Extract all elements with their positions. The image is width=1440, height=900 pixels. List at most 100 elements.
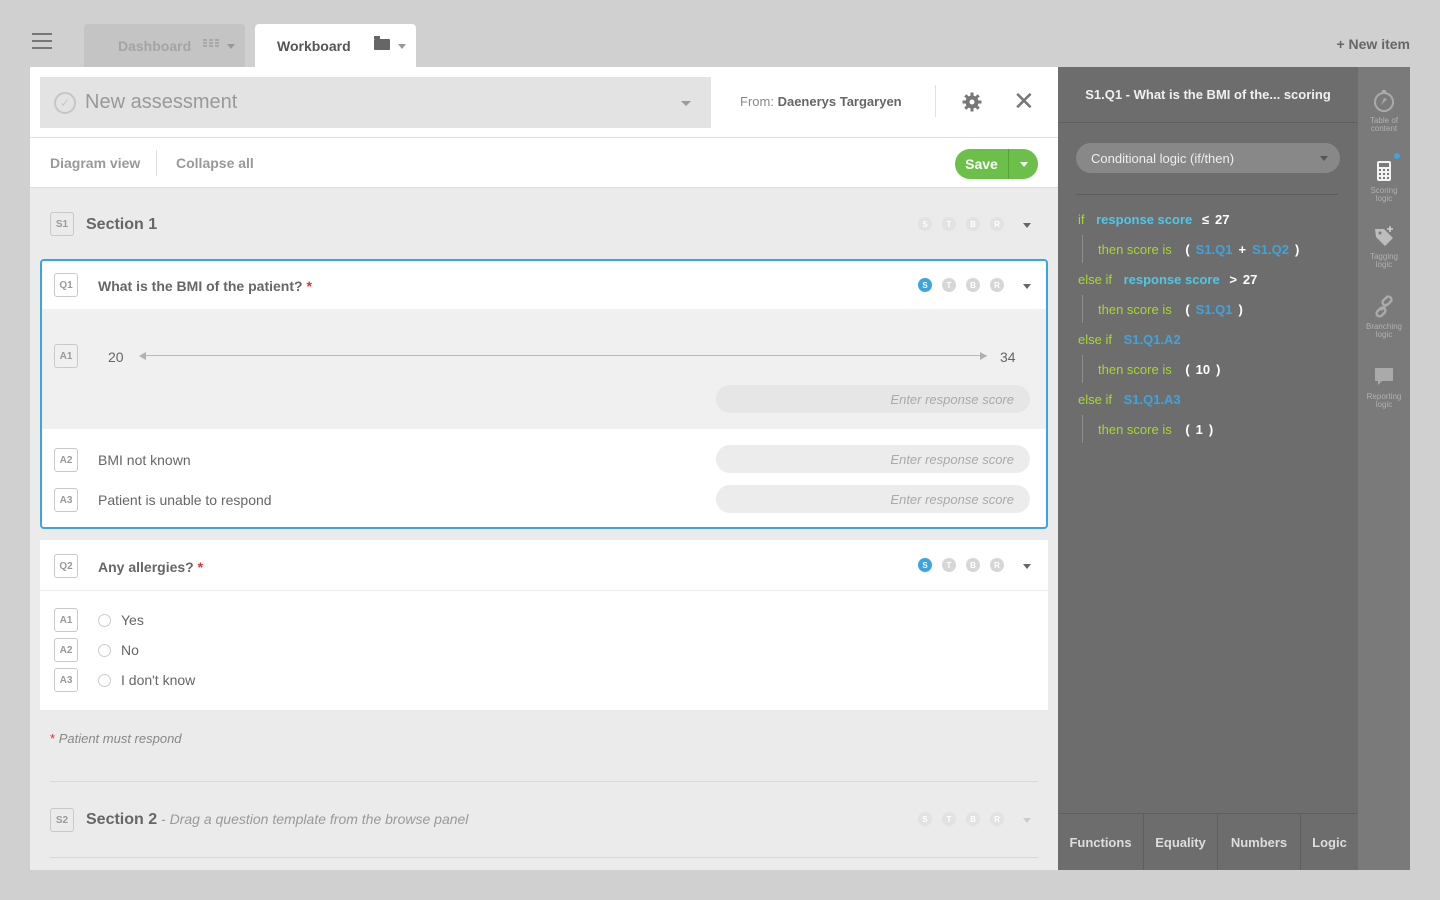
- rule-else-if[interactable]: else if S1.Q1.A2: [1078, 332, 1181, 347]
- branching-indicator[interactable]: B: [966, 217, 980, 231]
- answer-label: Patient is unable to respond: [98, 492, 272, 508]
- scoring-indicator[interactable]: S: [918, 558, 932, 572]
- menu-icon[interactable]: [32, 33, 52, 49]
- scoring-indicator[interactable]: S: [918, 278, 932, 292]
- divider: [40, 590, 1048, 591]
- branching-indicator[interactable]: B: [966, 558, 980, 572]
- radio-no[interactable]: [98, 644, 111, 657]
- paren: ): [1216, 362, 1221, 377]
- chevron-down-icon[interactable]: [1023, 564, 1031, 569]
- tagging-indicator[interactable]: T: [942, 812, 956, 826]
- chevron-down-icon[interactable]: [1023, 818, 1031, 823]
- tab-functions[interactable]: Functions: [1058, 814, 1144, 870]
- rail-scoring-logic[interactable]: Scoring logic: [1358, 153, 1410, 203]
- chevron-down-icon[interactable]: [1023, 284, 1031, 289]
- branching-indicator[interactable]: B: [966, 812, 980, 826]
- rail-reporting-logic[interactable]: Reporting logic: [1358, 365, 1410, 409]
- tagging-indicator[interactable]: T: [942, 558, 956, 572]
- radio-dont-know[interactable]: [98, 674, 111, 687]
- scoring-indicator[interactable]: S: [918, 812, 932, 826]
- new-item-button[interactable]: + New item: [1336, 36, 1410, 52]
- answer-label: I don't know: [121, 672, 196, 688]
- operator: +: [1238, 242, 1247, 257]
- chevron-down-icon[interactable]: [681, 101, 691, 106]
- save-button[interactable]: Save: [955, 149, 1009, 179]
- chevron-down-icon[interactable]: [227, 44, 235, 49]
- question-title: Any allergies? *: [98, 559, 203, 575]
- reporting-indicator[interactable]: R: [990, 558, 1004, 572]
- keyword: then score is: [1098, 362, 1172, 377]
- slider-track[interactable]: [142, 355, 987, 356]
- response-score-input[interactable]: [716, 485, 1030, 513]
- logic-indicators: S T B R: [918, 812, 1004, 826]
- gear-icon[interactable]: [962, 92, 982, 112]
- answer-badge: A2: [54, 638, 78, 662]
- question-card-q1[interactable]: Q1 What is the BMI of the patient? * S T…: [40, 259, 1048, 529]
- rail-label-line-2: logic: [1375, 400, 1393, 409]
- response-score-input[interactable]: [716, 445, 1030, 473]
- rule-then[interactable]: then score is (1): [1098, 422, 1219, 437]
- answer-label: No: [121, 642, 139, 658]
- rail-label-line-2: logic: [1375, 330, 1393, 339]
- reporting-indicator[interactable]: R: [990, 217, 1004, 231]
- rail-label-line-2: logic: [1375, 194, 1393, 203]
- tab-workboard[interactable]: Workboard: [255, 24, 416, 68]
- tagging-indicator[interactable]: T: [942, 217, 956, 231]
- collapse-all-button[interactable]: Collapse all: [176, 155, 254, 171]
- keyword: else if: [1078, 272, 1112, 287]
- rule-then[interactable]: then score is (S1.Q1): [1098, 302, 1249, 317]
- slider-min: 20: [108, 349, 124, 365]
- answer-badge: A1: [54, 344, 78, 368]
- close-icon[interactable]: ✕: [1013, 87, 1035, 115]
- compass-icon: [1374, 90, 1394, 112]
- rail-table-of-content[interactable]: Table of content: [1358, 89, 1410, 133]
- rule-if[interactable]: if response score ≤27: [1078, 212, 1229, 227]
- paren: (: [1185, 422, 1190, 437]
- tab-workboard-label: Workboard: [277, 38, 351, 54]
- section-hint: - Drag a question template from the brow…: [157, 811, 469, 827]
- reporting-indicator[interactable]: R: [990, 812, 1004, 826]
- logic-indicators: S T B R: [918, 278, 1004, 292]
- diagram-view-button[interactable]: Diagram view: [50, 155, 140, 171]
- radio-yes[interactable]: [98, 614, 111, 627]
- rule-else-if[interactable]: else if S1.Q1.A3: [1078, 392, 1181, 407]
- speech-bubble-icon: [1375, 368, 1393, 385]
- rail-branching-logic[interactable]: Branching logic: [1358, 295, 1410, 339]
- value: 27: [1242, 272, 1258, 287]
- scoring-indicator[interactable]: S: [918, 217, 932, 231]
- arrow-right-icon: [980, 352, 987, 360]
- reference: S1.Q2: [1252, 242, 1289, 257]
- chevron-down-icon[interactable]: [1023, 223, 1031, 228]
- logic-rail: Table of content Scoring logic Tagging logi…: [1358, 67, 1410, 870]
- value: 1: [1195, 422, 1203, 437]
- chevron-down-icon[interactable]: [398, 44, 406, 49]
- check-circle-icon: ✓: [54, 91, 76, 114]
- grid-icon: [203, 39, 219, 47]
- save-options-button[interactable]: [1009, 149, 1038, 179]
- branching-indicator[interactable]: B: [966, 278, 980, 292]
- rail-tagging-logic[interactable]: Tagging logic: [1358, 225, 1410, 269]
- tagging-indicator[interactable]: T: [942, 278, 956, 292]
- response-score-input[interactable]: [716, 385, 1030, 413]
- reporting-indicator[interactable]: R: [990, 278, 1004, 292]
- question-card-q2[interactable]: Q2 Any allergies? * S T B R A1 Yes A2 No…: [40, 540, 1048, 710]
- logic-type-select[interactable]: Conditional logic (if/then): [1076, 143, 1340, 173]
- value: 10: [1195, 362, 1211, 377]
- rule-then[interactable]: then score is (10): [1098, 362, 1226, 377]
- tab-dashboard[interactable]: Dashboard: [84, 24, 245, 68]
- tab-numbers[interactable]: Numbers: [1218, 814, 1301, 870]
- editor-toolbar: Diagram view Collapse all Save: [30, 138, 1058, 188]
- paren: (: [1185, 362, 1190, 377]
- section-badge: S2: [50, 808, 74, 832]
- tab-equality[interactable]: Equality: [1144, 814, 1218, 870]
- rail-label-line-2: content: [1370, 124, 1398, 133]
- assessment-title-select[interactable]: ✓ New assessment: [40, 77, 711, 128]
- scoring-panel-title: S1.Q1 - What is the BMI of the... scorin…: [1058, 67, 1358, 123]
- question-title-text: What is the BMI of the patient?: [98, 278, 303, 294]
- rule-else-if[interactable]: else if response score >27: [1078, 272, 1257, 287]
- tab-logic[interactable]: Logic: [1301, 814, 1358, 870]
- section-2-header[interactable]: S2 Section 2 - Drag a question template …: [30, 789, 1058, 849]
- rule-then[interactable]: then score is (S1.Q1 + S1.Q2): [1098, 242, 1305, 257]
- required-note: * Patient must respond: [50, 731, 182, 746]
- section-1-header[interactable]: S1 Section 1 S T B R: [30, 194, 1058, 254]
